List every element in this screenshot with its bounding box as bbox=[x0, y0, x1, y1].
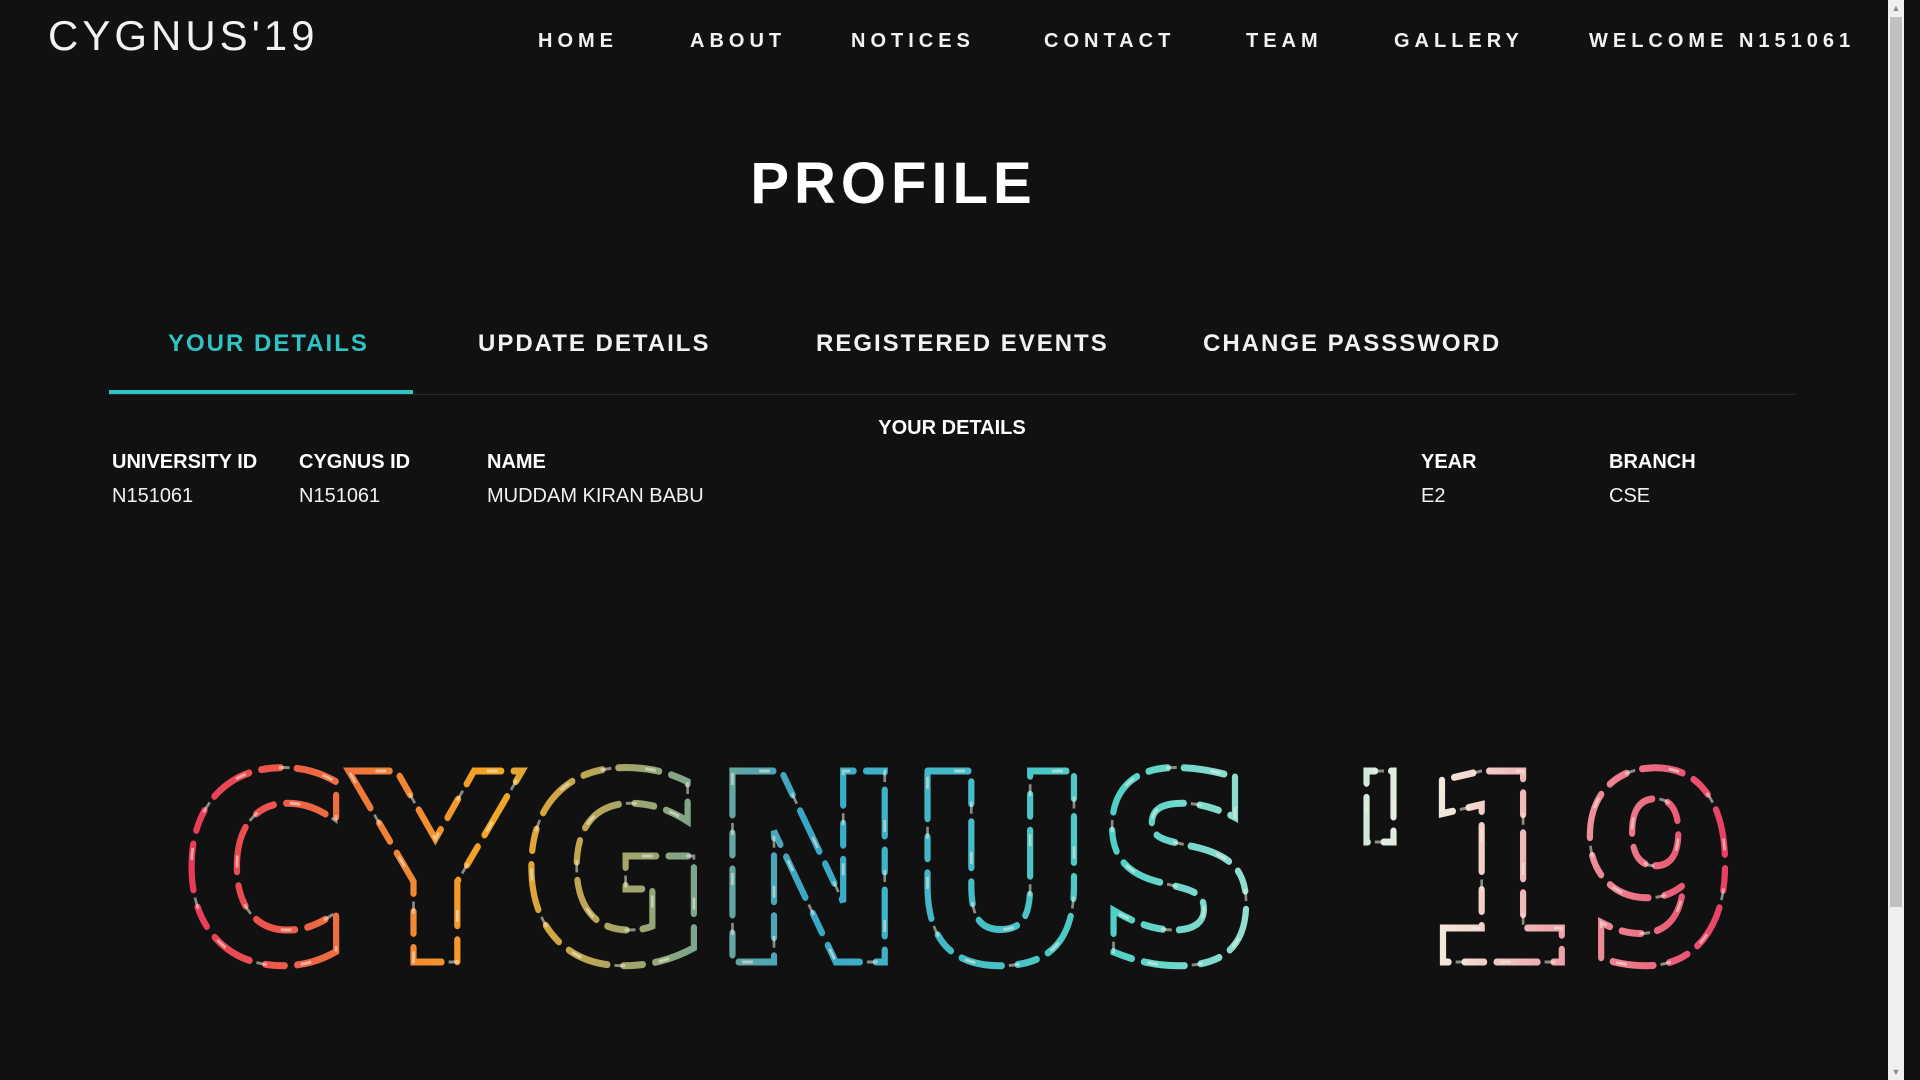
scroll-down-arrow-icon[interactable]: ▼ bbox=[1888, 1064, 1904, 1080]
tab-update-details[interactable]: UPDATE DETAILS bbox=[478, 330, 710, 358]
vertical-scrollbar[interactable]: ▲ ▼ bbox=[1888, 0, 1904, 1080]
detail-name: NAME MUDDAM KIRAN BABU bbox=[487, 450, 704, 508]
nav-about[interactable]: ABOUT bbox=[690, 30, 786, 53]
detail-header: CYGNUS ID bbox=[299, 451, 411, 473]
detail-value: MUDDAM KIRAN BABU bbox=[487, 485, 704, 507]
scroll-up-arrow-icon[interactable]: ▲ bbox=[1888, 0, 1904, 16]
page-title: PROFILE bbox=[750, 151, 1037, 216]
cygnus-logo-art: CYGNUS '19 CYGNUS '19 bbox=[177, 740, 1744, 980]
logo-text-inner: CYGNUS '19 bbox=[180, 740, 1740, 980]
active-tab-indicator bbox=[109, 390, 413, 394]
detail-header: UNIVERSITY ID bbox=[112, 451, 258, 473]
detail-branch: BRANCH CSE bbox=[1609, 450, 1696, 508]
detail-value: E2 bbox=[1421, 485, 1446, 507]
detail-value: N151061 bbox=[112, 485, 194, 507]
details-section-title: YOUR DETAILS bbox=[878, 417, 1026, 439]
nav-welcome-user[interactable]: WELCOME N151061 bbox=[1589, 30, 1855, 53]
detail-value: CSE bbox=[1609, 485, 1651, 507]
detail-header: BRANCH bbox=[1609, 451, 1696, 473]
tab-your-details[interactable]: YOUR DETAILS bbox=[168, 330, 369, 358]
detail-header: NAME bbox=[487, 451, 546, 473]
nav-gallery[interactable]: GALLERY bbox=[1394, 30, 1524, 53]
nav-home[interactable]: HOME bbox=[538, 30, 618, 53]
nav-team[interactable]: TEAM bbox=[1246, 30, 1323, 53]
detail-year: YEAR E2 bbox=[1421, 450, 1477, 508]
detail-header: YEAR bbox=[1421, 451, 1477, 473]
detail-university-id: UNIVERSITY ID N151061 bbox=[112, 450, 257, 508]
scrollbar-thumb[interactable] bbox=[1890, 17, 1902, 907]
page: CYGNUS'19 HOME ABOUT NOTICES CONTACT TEA… bbox=[0, 0, 1904, 1080]
nav-notices[interactable]: NOTICES bbox=[851, 30, 975, 53]
tab-registered-events[interactable]: REGISTERED EVENTS bbox=[816, 330, 1109, 358]
site-logo[interactable]: CYGNUS'19 bbox=[48, 12, 318, 60]
detail-value: N151061 bbox=[299, 485, 381, 507]
profile-tabs: YOUR DETAILS UPDATE DETAILS REGISTERED E… bbox=[109, 320, 1795, 395]
detail-cygnus-id: CYGNUS ID N151061 bbox=[299, 450, 410, 508]
tab-change-password[interactable]: CHANGE PASSSWORD bbox=[1203, 330, 1501, 358]
nav-contact[interactable]: CONTACT bbox=[1044, 30, 1175, 53]
